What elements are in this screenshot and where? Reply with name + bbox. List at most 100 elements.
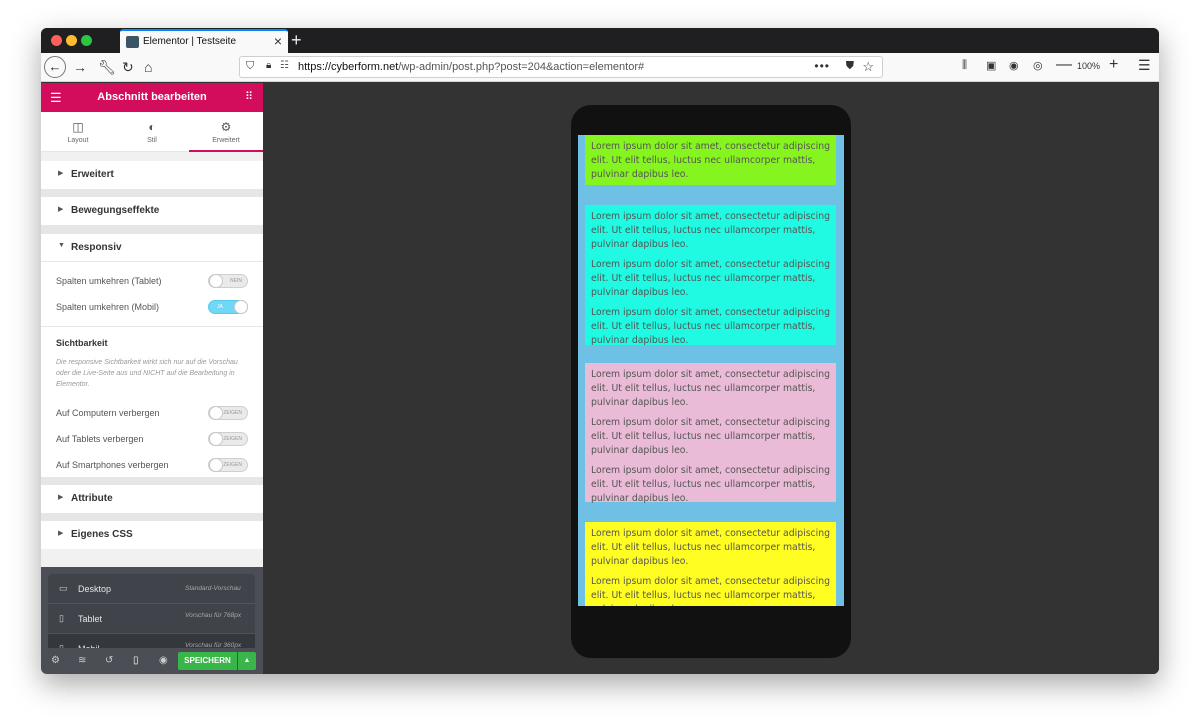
hide-desktop-toggle[interactable]: ZEIGEN: [208, 406, 248, 420]
toggle-knob: [209, 274, 223, 288]
mobile-screen: Lorem ipsum dolor sit amet, consectetur …: [578, 135, 844, 606]
save-options-button[interactable]: ▲: [238, 652, 256, 670]
paragraph: Lorem ipsum dolor sit amet, consectetur …: [591, 369, 831, 408]
paragraph: Lorem ipsum dolor sit amet, consectetur …: [591, 465, 831, 504]
sidebar-icon[interactable]: ▣: [986, 59, 996, 72]
toggle-text: ZEIGEN: [223, 410, 242, 416]
tab-stil[interactable]: ◐ Stil: [115, 112, 189, 152]
menu-icon[interactable]: ☰: [1138, 57, 1151, 74]
columns-icon: ◫: [72, 120, 84, 134]
paragraph: Lorem ipsum dolor sit amet, consectetur …: [591, 259, 831, 298]
title-bar: Elementor | Testseite × +: [41, 28, 1159, 53]
device-label: Desktop: [78, 584, 112, 594]
maximize-window-button[interactable]: [81, 35, 92, 46]
caret-down-icon: ▼: [58, 242, 65, 249]
paragraph: Lorem ipsum dolor sit amet, consectetur …: [591, 211, 831, 250]
forward-button[interactable]: →: [73, 59, 87, 75]
paragraph: Lorem ipsum dolor sit amet, consectetur …: [591, 307, 831, 346]
url-bar[interactable]: ⛉ 🔒︎ ☷ https://cyberform.net/wp-admin/po…: [239, 56, 883, 78]
panel-footer: ⚙ ≋ ↺ ▯ ◉ SPEICHERN ▲: [41, 648, 263, 674]
device-tablet[interactable]: ▯ Tablet Vorschau für 768px: [48, 604, 255, 634]
reverse-mobil-toggle[interactable]: JA: [208, 300, 248, 314]
library-icon[interactable]: ⫼: [962, 59, 967, 72]
toggle-knob: [209, 406, 223, 420]
toggle-knob: [209, 432, 223, 446]
hide-mobile-toggle[interactable]: ZEIGEN: [208, 458, 248, 472]
page-actions-button[interactable]: •••: [814, 59, 830, 73]
browser-window: Elementor | Testseite × + ← → 🔧︎ ↻ ⌂ ⛉ 🔒…: [41, 28, 1159, 674]
caret-right-icon: ▶: [58, 170, 64, 177]
tab-erweitert[interactable]: ⚙ Erweitert: [189, 112, 263, 152]
zoom-in-button[interactable]: +: [1109, 56, 1118, 74]
hide-desktop-label: Auf Computern verbergen: [56, 408, 160, 418]
pocket-icon[interactable]: ⛊: [846, 60, 854, 73]
lock-icon[interactable]: 🔒︎: [266, 60, 271, 71]
editor-panel: ☰ Abschnitt bearbeiten ⠿ ◫ Layout ◐ Stil…: [41, 83, 263, 674]
divider: [41, 513, 263, 521]
permissions-icon[interactable]: ☷: [280, 60, 289, 71]
save-button[interactable]: SPEICHERN: [178, 652, 237, 670]
preview-canvas: Lorem ipsum dolor sit amet, consectetur …: [263, 83, 1159, 674]
tab-close-button[interactable]: ×: [274, 34, 282, 48]
content-block-cyan[interactable]: Lorem ipsum dolor sit amet, consectetur …: [585, 205, 836, 346]
section-bewegungseffekte[interactable]: ▶ Bewegungseffekte: [41, 197, 263, 225]
extension-icon[interactable]: ◉: [1009, 59, 1019, 72]
close-window-button[interactable]: [51, 35, 62, 46]
section-attribute[interactable]: ▶ Attribute: [41, 485, 263, 513]
tab-layout[interactable]: ◫ Layout: [41, 112, 115, 152]
home-button[interactable]: ⌂: [144, 59, 152, 75]
section-label: Responsiv: [71, 242, 122, 253]
toggle-knob: [234, 300, 248, 314]
caret-right-icon: ▶: [58, 494, 64, 501]
navigator-icon[interactable]: ≋: [78, 655, 86, 666]
responsive-mode-icon[interactable]: ▯: [133, 655, 139, 666]
reverse-mobil-label: Spalten umkehren (Mobil): [56, 302, 160, 312]
minimize-window-button[interactable]: [66, 35, 77, 46]
visibility-heading: Sichtbarkeit: [56, 338, 108, 348]
hide-tablet-toggle[interactable]: ZEIGEN: [208, 432, 248, 446]
paragraph: Lorem ipsum dolor sit amet, consectetur …: [591, 528, 831, 567]
divider: [41, 477, 263, 485]
section-erweitert[interactable]: ▶ Erweitert: [41, 161, 263, 189]
settings-icon[interactable]: ⚙: [51, 655, 60, 666]
content-block-pink[interactable]: Lorem ipsum dolor sit amet, consectetur …: [585, 363, 836, 504]
desktop-icon: ▭: [59, 583, 68, 593]
section-label: Erweitert: [71, 169, 114, 180]
preview-eye-icon[interactable]: ◉: [159, 655, 168, 666]
reverse-tablet-toggle[interactable]: NEIN: [208, 274, 248, 288]
toggle-text: NEIN: [230, 278, 242, 284]
content-block-yellow[interactable]: Lorem ipsum dolor sit amet, consectetur …: [585, 522, 836, 606]
url-text[interactable]: https://cyberform.net/wp-admin/post.php?…: [298, 61, 644, 73]
section-label: Attribute: [71, 493, 113, 504]
hide-tablet-label: Auf Tablets verbergen: [56, 434, 144, 444]
hide-mobile-label: Auf Smartphones verbergen: [56, 460, 169, 470]
wrench-icon[interactable]: 🔧︎: [98, 59, 116, 75]
reverse-tablet-label: Spalten umkehren (Tablet): [56, 276, 162, 286]
browser-tab[interactable]: Elementor | Testseite ×: [120, 29, 288, 53]
toggle-text: ZEIGEN: [223, 462, 242, 468]
tab-title: Elementor | Testseite: [143, 36, 237, 47]
section-label: Eigenes CSS: [71, 529, 133, 540]
device-desktop[interactable]: ▭ Desktop Standard-Vorschau: [48, 574, 255, 604]
back-button[interactable]: ←: [44, 56, 66, 78]
account-icon[interactable]: ◎: [1033, 59, 1043, 72]
navigation-bar: ← → 🔧︎ ↻ ⌂ ⛉ 🔒︎ ☷ https://cyberform.net/…: [41, 53, 1159, 82]
new-tab-button[interactable]: +: [291, 30, 302, 50]
zoom-out-button[interactable]: —: [1056, 56, 1072, 74]
panel-tabs: ◫ Layout ◐ Stil ⚙ Erweitert: [41, 112, 263, 152]
section-label: Bewegungseffekte: [71, 205, 160, 216]
tracking-shield-icon[interactable]: ⛉: [246, 60, 254, 73]
section-responsiv[interactable]: ▼ Responsiv: [41, 234, 263, 262]
widgets-grid-icon[interactable]: ⠿: [245, 90, 253, 103]
bookmark-star-icon[interactable]: ☆: [862, 59, 874, 75]
content-block-green[interactable]: Lorem ipsum dolor sit amet, consectetur …: [585, 135, 836, 185]
zoom-level[interactable]: 100%: [1077, 61, 1100, 71]
visibility-note: Die responsive Sichtbarkeit wirkt sich n…: [56, 359, 238, 388]
toggle-text: JA: [217, 304, 223, 310]
section-eigenes-css[interactable]: ▶ Eigenes CSS: [41, 521, 263, 549]
responsiv-controls: Spalten umkehren (Tablet) NEIN Spalten u…: [41, 262, 263, 326]
reload-button[interactable]: ↻: [122, 59, 134, 75]
history-icon[interactable]: ↺: [105, 655, 113, 666]
caret-right-icon: ▶: [58, 206, 64, 213]
divider: [41, 225, 263, 234]
